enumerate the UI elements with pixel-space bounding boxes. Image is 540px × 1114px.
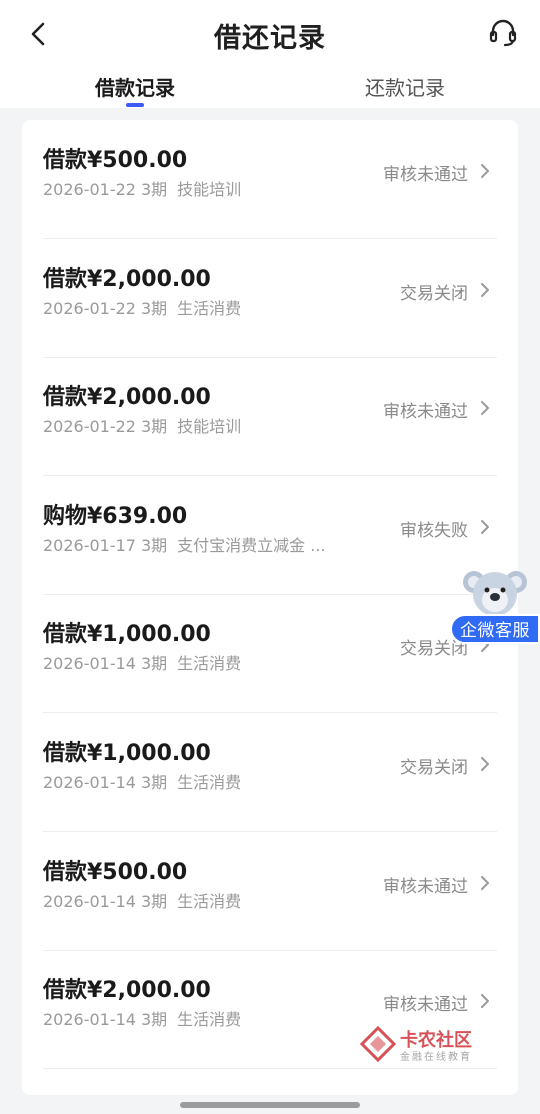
record-meta: 2026-01-22 3期 技能培训 <box>43 413 241 437</box>
record-item[interactable]: 借款¥500.00 2026-01-14 3期 生活消费 审核未通过 <box>22 832 518 951</box>
watermark-subtitle: 金融在线教育 <box>400 1052 472 1063</box>
record-meta: 2026-01-14 3期 生活消费 <box>43 888 241 912</box>
record-status: 审核失败 <box>400 520 468 541</box>
headset-icon <box>489 19 517 47</box>
record-meta: 2026-01-14 3期 生活消费 <box>43 1006 241 1030</box>
record-purpose: 生活消费 <box>177 773 242 792</box>
record-date: 2026-01-22 <box>43 417 136 437</box>
record-meta: 2026-01-14 3期 生活消费 <box>43 650 241 674</box>
chevron-right-icon <box>481 757 489 771</box>
record-item[interactable]: 借款¥2,000.00 2026-01-22 3期 生活消费 交易关闭 <box>22 239 518 358</box>
record-date: 2026-01-14 <box>43 1010 136 1030</box>
record-purpose: 生活消费 <box>177 891 242 911</box>
chevron-right-icon <box>481 401 489 416</box>
tab-borrow-records[interactable]: 借款记录 <box>95 72 175 101</box>
chevron-right-icon <box>481 875 489 890</box>
record-date: 2026-01-14 <box>43 773 136 792</box>
record-periods: 3期 <box>140 891 168 911</box>
record-status: 审核未通过 <box>383 165 468 185</box>
customer-service-button[interactable] <box>486 16 520 50</box>
record-item[interactable]: 借款¥1,000.00 2026-01-14 3期 生活消费 交易关闭 <box>22 594 518 714</box>
record-status: 交易关闭 <box>400 283 468 304</box>
service-label[interactable]: 企微客服 <box>450 614 540 644</box>
record-status: 审核未通过 <box>383 995 468 1016</box>
record-item[interactable]: 借款¥2,000.00 2026-01-22 3期 技能培训 审核未通过 <box>22 357 518 477</box>
record-amount: 借款¥1,000.00 <box>43 622 211 648</box>
record-purpose: 生活消费 <box>177 298 242 318</box>
chevron-right-icon <box>481 519 489 534</box>
record-item[interactable]: 借款¥1,000.00 2026-01-14 3期 生活消费 交易关闭 <box>22 713 518 832</box>
community-logo-icon <box>360 1026 396 1062</box>
record-amount: 借款¥1,000.00 <box>43 741 211 766</box>
record-amount: 借款¥2,000.00 <box>43 385 211 411</box>
record-periods: 3期 <box>140 535 168 555</box>
record-periods: 3期 <box>140 654 168 674</box>
record-amount: 借款¥2,000.00 <box>43 266 211 292</box>
chevron-right-icon <box>481 282 489 297</box>
record-item[interactable]: 借款¥500.00 2026-01-22 3期 技能培训 审核未通过 <box>22 120 518 239</box>
record-meta: 2026-01-14 3期 生活消费 <box>43 769 241 793</box>
row-divider <box>43 1068 497 1070</box>
record-purpose: 技能培训 <box>177 417 242 437</box>
chevron-right-icon <box>481 994 489 1009</box>
record-meta: 2026-01-17 3期 支付宝消费立减金 ... <box>43 532 326 556</box>
record-amount: 借款¥2,000.00 <box>43 978 211 1004</box>
record-date: 2026-01-22 <box>43 180 136 199</box>
record-purpose: 生活消费 <box>177 654 242 674</box>
record-periods: 3期 <box>140 180 168 199</box>
record-periods: 3期 <box>140 298 168 318</box>
top-bar: 借还记录 借款记录 还款记录 <box>0 0 540 108</box>
record-date: 2026-01-17 <box>43 535 136 555</box>
record-meta: 2026-01-22 3期 技能培训 <box>43 176 241 200</box>
record-status: 审核未通过 <box>383 876 468 897</box>
record-amount: 借款¥500.00 <box>43 148 188 173</box>
record-amount: 购物¥639.00 <box>43 503 188 529</box>
record-status: 交易关闭 <box>400 758 468 778</box>
records-list: 借款¥500.00 2026-01-22 3期 技能培训 审核未通过 借款¥2,000.0… <box>22 120 518 1095</box>
record-meta: 2026-01-22 3期 生活消费 <box>43 295 241 319</box>
page-title: 借还记录 <box>214 23 326 54</box>
tab-repay-records[interactable]: 还款记录 <box>365 72 445 101</box>
record-date: 2026-01-14 <box>43 654 136 674</box>
koala-mascot-icon <box>463 571 527 616</box>
record-date: 2026-01-22 <box>43 298 136 318</box>
active-tab-indicator <box>126 103 144 107</box>
record-date: 2026-01-14 <box>43 891 136 911</box>
watermark: 卡农社区 金融在线教育 <box>360 1024 490 1064</box>
home-indicator[interactable] <box>180 1102 360 1108</box>
chevron-right-icon <box>481 164 489 178</box>
record-amount: 借款¥500.00 <box>43 859 188 885</box>
floating-service-widget[interactable]: 企微客服 <box>450 564 540 644</box>
record-periods: 3期 <box>140 417 168 437</box>
record-status: 审核未通过 <box>383 402 468 423</box>
record-purpose: 生活消费 <box>177 1010 242 1030</box>
record-item[interactable]: 购物¥639.00 2026-01-17 3期 支付宝消费立减金 ... 审核失败 <box>22 476 518 595</box>
record-periods: 3期 <box>140 773 168 792</box>
record-purpose: 技能培训 <box>177 180 242 199</box>
record-periods: 3期 <box>140 1010 168 1030</box>
record-purpose: 支付宝消费立减金 ... <box>177 535 326 555</box>
